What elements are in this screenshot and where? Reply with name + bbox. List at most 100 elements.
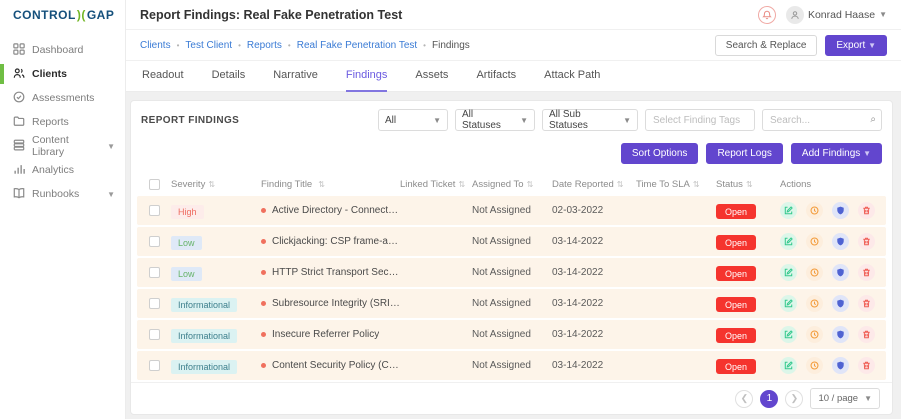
add-findings-button[interactable]: Add Findings ▼ [791, 143, 882, 164]
finding-row[interactable]: InformationalContent Security Policy (CS… [137, 351, 886, 380]
shield-action-icon[interactable] [832, 202, 849, 219]
edit-action-icon[interactable] [780, 295, 797, 312]
column-header-title[interactable]: Finding Title⇅ [261, 179, 400, 190]
finding-row[interactable]: LowClickjacking: CSP frame-ancestors mis… [137, 227, 886, 256]
database-icon [13, 139, 25, 154]
edit-action-icon[interactable] [780, 202, 797, 219]
breadcrumb-clients[interactable]: Clients [140, 40, 171, 51]
tab-attack-path[interactable]: Attack Path [544, 61, 600, 92]
export-button[interactable]: Export ▼ [825, 35, 887, 56]
header-actions: Konrad Haase ▼ [758, 6, 887, 24]
finding-title[interactable]: Insecure Referrer Policy [272, 329, 379, 340]
breadcrumb-reports[interactable]: Reports [247, 40, 282, 51]
delete-action-icon[interactable] [858, 264, 875, 281]
column-header-status[interactable]: Status⇅ [716, 179, 780, 190]
edit-action-icon[interactable] [780, 326, 797, 343]
search-input[interactable] [762, 109, 882, 131]
severity-badge: High [171, 205, 204, 219]
status-badge[interactable]: Open [716, 359, 756, 374]
tab-assets[interactable]: Assets [415, 61, 448, 92]
finding-dot-icon [261, 332, 266, 337]
finding-title[interactable]: HTTP Strict Transport Security (HSTS) no… [272, 267, 400, 278]
column-header-assigned-to[interactable]: Assigned To⇅ [472, 179, 552, 190]
sub-status-filter-select[interactable]: All Sub Statuses▼ [542, 109, 638, 131]
shield-action-icon[interactable] [832, 264, 849, 281]
sidebar-item-clients[interactable]: Clients [0, 62, 125, 86]
shield-action-icon[interactable] [832, 326, 849, 343]
breadcrumb-test-client[interactable]: Test Client [185, 40, 232, 51]
sidebar-item-reports[interactable]: Reports [0, 110, 125, 134]
row-checkbox[interactable] [149, 267, 160, 278]
breadcrumb-report-name[interactable]: Real Fake Penetration Test [297, 40, 417, 51]
finding-row[interactable]: InformationalInsecure Referrer PolicyNot… [137, 320, 886, 349]
prev-page-button[interactable]: ❮ [735, 390, 753, 408]
sla-clock-action-icon[interactable] [806, 357, 823, 374]
finding-row[interactable]: High Active Directory - Connected Windows… [137, 196, 886, 225]
edit-action-icon[interactable] [780, 357, 797, 374]
top-header: Report Findings: Real Fake Penetration T… [126, 0, 901, 30]
column-header-date-reported[interactable]: Date Reported⇅ [552, 179, 636, 190]
severity-filter-select[interactable]: All▼ [378, 109, 448, 131]
delete-action-icon[interactable] [858, 233, 875, 250]
search-replace-button[interactable]: Search & Replace [715, 35, 818, 56]
sidebar-item-dashboard[interactable]: Dashboard [0, 38, 125, 62]
notification-bell-icon[interactable] [758, 6, 776, 24]
finding-tags-input[interactable] [645, 109, 755, 131]
shield-action-icon[interactable] [832, 357, 849, 374]
user-menu[interactable]: Konrad Haase ▼ [786, 6, 887, 24]
sla-clock-action-icon[interactable] [806, 326, 823, 343]
finding-title[interactable]: Content Security Policy (CSP) not implem… [272, 360, 400, 371]
row-checkbox[interactable] [149, 360, 160, 371]
row-checkbox[interactable] [149, 329, 160, 340]
select-all-checkbox[interactable] [149, 179, 160, 190]
column-header-severity[interactable]: Severity⇅ [171, 179, 261, 190]
finding-title[interactable]: Clickjacking: CSP frame-ancestors missin… [272, 236, 400, 247]
status-filter-select[interactable]: All Statuses▼ [455, 109, 535, 131]
row-checkbox[interactable] [149, 205, 160, 216]
sidebar-item-runbooks[interactable]: Runbooks ▼ [0, 182, 125, 206]
breadcrumb: Clients • Test Client • Reports • Real F… [140, 40, 470, 51]
finding-title[interactable]: Active Directory - Connected Windows OT … [272, 205, 400, 216]
status-badge[interactable]: Open [716, 328, 756, 343]
sidebar: CONTROL)(GAP Dashboard Clients Assessmen… [0, 0, 126, 419]
sidebar-item-content-library[interactable]: Content Library ▼ [0, 134, 125, 158]
sidebar-item-analytics[interactable]: Analytics [0, 158, 125, 182]
finding-title[interactable]: Subresource Integrity (SRI) not implemen… [272, 298, 400, 309]
edit-action-icon[interactable] [780, 233, 797, 250]
delete-action-icon[interactable] [858, 326, 875, 343]
row-checkbox[interactable] [149, 298, 160, 309]
delete-action-icon[interactable] [858, 357, 875, 374]
tab-readout[interactable]: Readout [142, 61, 184, 92]
sla-clock-action-icon[interactable] [806, 264, 823, 281]
user-name: Konrad Haase [808, 9, 875, 21]
next-page-button[interactable]: ❯ [785, 390, 803, 408]
sla-clock-action-icon[interactable] [806, 295, 823, 312]
sla-clock-action-icon[interactable] [806, 233, 823, 250]
finding-row[interactable]: InformationalSubresource Integrity (SRI)… [137, 289, 886, 318]
delete-action-icon[interactable] [858, 295, 875, 312]
sort-options-button[interactable]: Sort Options [621, 143, 699, 164]
status-badge[interactable]: Open [716, 204, 756, 219]
tab-details[interactable]: Details [212, 61, 246, 92]
sla-clock-action-icon[interactable] [806, 202, 823, 219]
sidebar-item-assessments[interactable]: Assessments [0, 86, 125, 110]
shield-action-icon[interactable] [832, 295, 849, 312]
status-badge[interactable]: Open [716, 235, 756, 250]
column-header-time-to-sla[interactable]: Time To SLA⇅ [636, 179, 716, 190]
current-page-indicator[interactable]: 1 [760, 390, 778, 408]
row-checkbox[interactable] [149, 236, 160, 247]
page-title: Report Findings: Real Fake Penetration T… [140, 8, 402, 22]
shield-action-icon[interactable] [832, 233, 849, 250]
dashboard-grid-icon [13, 43, 25, 58]
tab-narrative[interactable]: Narrative [273, 61, 318, 92]
page-size-select[interactable]: 10 / page▼ [810, 388, 880, 409]
finding-row[interactable]: LowHTTP Strict Transport Security (HSTS)… [137, 258, 886, 287]
delete-action-icon[interactable] [858, 202, 875, 219]
tab-artifacts[interactable]: Artifacts [476, 61, 516, 92]
status-badge[interactable]: Open [716, 297, 756, 312]
edit-action-icon[interactable] [780, 264, 797, 281]
tab-findings[interactable]: Findings [346, 61, 388, 92]
report-logs-button[interactable]: Report Logs [706, 143, 782, 164]
status-badge[interactable]: Open [716, 266, 756, 281]
column-header-linked-ticket[interactable]: Linked Ticket⇅ [400, 179, 472, 190]
